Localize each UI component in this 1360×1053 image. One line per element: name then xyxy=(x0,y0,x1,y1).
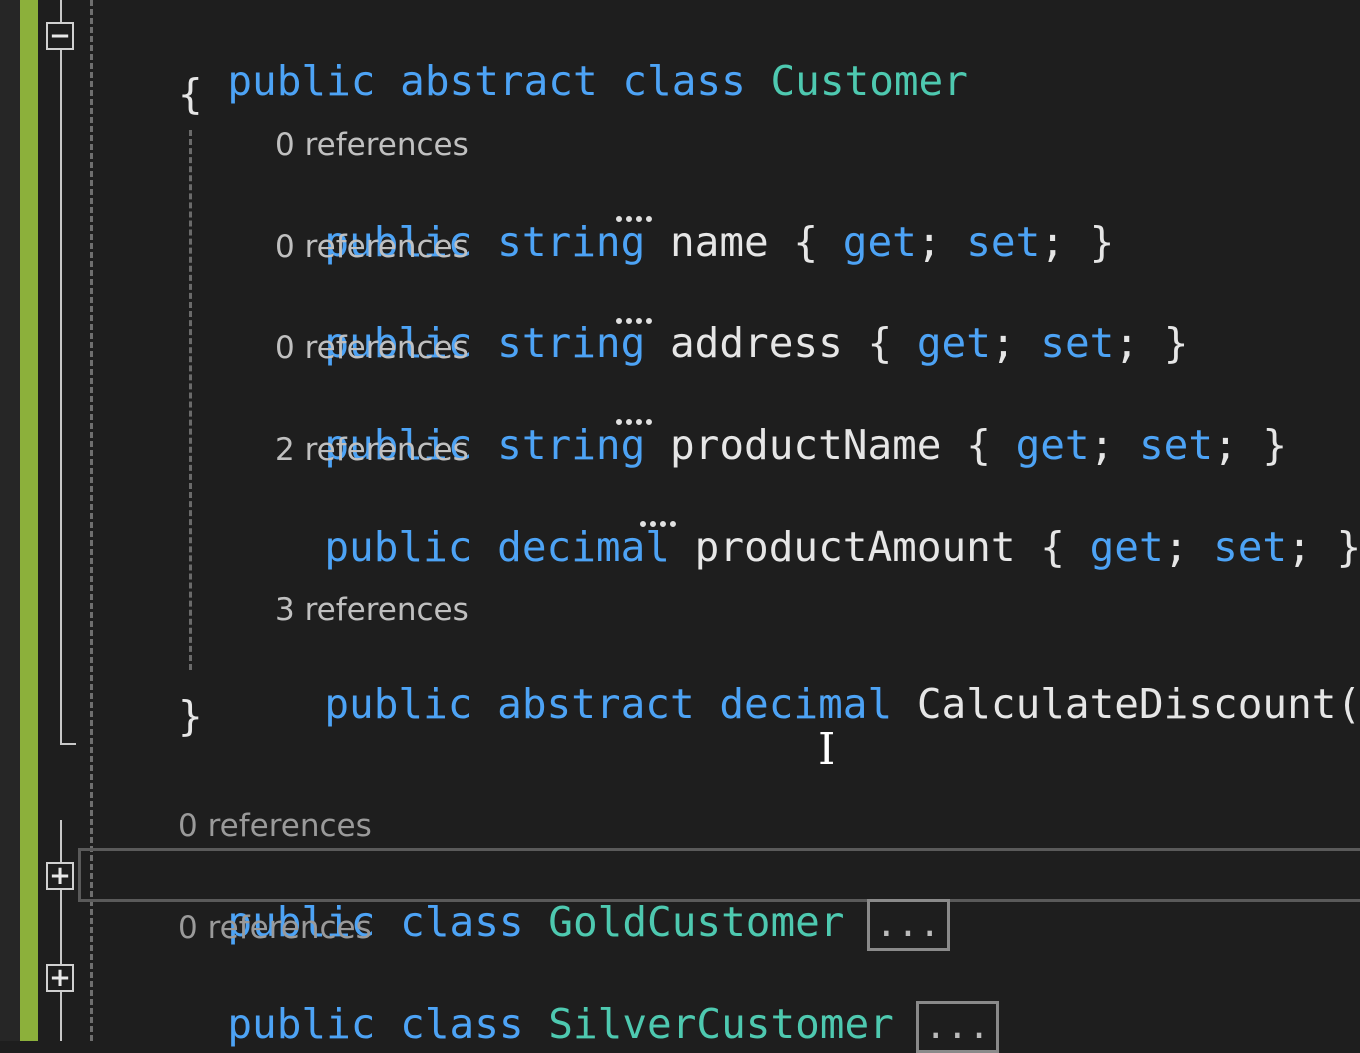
get-keyword: get xyxy=(1015,421,1090,469)
naming-suggestion-dots[interactable] xyxy=(640,515,676,527)
keyword: public xyxy=(324,680,473,728)
property-name: productName xyxy=(669,421,942,469)
keyword: class xyxy=(622,57,746,105)
accessor-open: { xyxy=(867,319,917,367)
property-line[interactable]: public decimal productAmount { get; set;… xyxy=(275,475,1360,571)
accessor-close: ; } xyxy=(1213,421,1288,469)
codelens-references[interactable]: 0 references xyxy=(275,330,469,366)
keyword: public xyxy=(227,57,376,105)
indent-guide xyxy=(189,130,192,670)
close-brace: } xyxy=(178,692,203,740)
keyword: class xyxy=(400,898,524,946)
accessor-open: { xyxy=(1040,523,1090,571)
property-name: name xyxy=(669,218,769,266)
naming-suggestion-dots[interactable] xyxy=(616,210,652,222)
open-brace: { xyxy=(178,70,203,118)
accessor-close: ; } xyxy=(1287,523,1360,571)
accessor-sep: ; xyxy=(1163,523,1214,571)
outline-line xyxy=(60,820,62,1041)
accessor-sep: ; xyxy=(916,218,967,266)
expand-icon[interactable]: + xyxy=(46,964,74,992)
class-name: GoldCustomer xyxy=(548,898,845,946)
collapsed-region-button[interactable]: ... xyxy=(866,899,950,951)
type-keyword: decimal xyxy=(719,680,893,728)
method-line[interactable]: public abstract decimal CalculateDiscoun… xyxy=(275,632,1360,728)
codelens-references[interactable]: 3 references xyxy=(275,592,469,628)
naming-suggestion-dots[interactable] xyxy=(616,413,652,425)
text-cursor-icon: I xyxy=(818,724,836,775)
set-keyword: set xyxy=(1139,421,1214,469)
collapsed-class-line[interactable]: public class SilverCustomer... xyxy=(178,952,999,1053)
set-keyword: set xyxy=(1040,319,1115,367)
editor-margin xyxy=(0,0,20,1041)
accessor-close: ; } xyxy=(1040,218,1115,266)
type-keyword: decimal xyxy=(497,523,670,571)
get-keyword: get xyxy=(1089,523,1164,571)
naming-suggestion-dots[interactable] xyxy=(616,312,652,324)
codelens-references[interactable]: 0 references xyxy=(178,910,372,946)
type-keyword: string xyxy=(497,421,646,469)
property-name: productAmount xyxy=(694,523,1016,571)
keyword: abstract xyxy=(400,57,598,105)
codelens-references[interactable]: 0 references xyxy=(178,808,372,844)
accessor-open: { xyxy=(793,218,843,266)
keyword: abstract xyxy=(497,680,695,728)
accessor-open: { xyxy=(966,421,1016,469)
type-keyword: string xyxy=(497,218,646,266)
expand-icon[interactable]: + xyxy=(46,862,74,890)
collapsed-region-button[interactable]: ... xyxy=(915,1001,999,1053)
codelens-references[interactable]: 0 references xyxy=(275,229,469,265)
get-keyword: get xyxy=(842,218,917,266)
property-name: address xyxy=(669,319,843,367)
class-declaration[interactable]: public abstract class Customer xyxy=(178,9,968,105)
collapse-icon[interactable]: − xyxy=(46,22,74,50)
keyword: public xyxy=(324,523,473,571)
accessor-sep: ; xyxy=(990,319,1041,367)
method-name: CalculateDiscount(); xyxy=(916,680,1360,728)
outline-line xyxy=(60,0,62,745)
accessor-close: ; } xyxy=(1114,319,1189,367)
class-name: Customer xyxy=(770,57,968,105)
accessor-sep: ; xyxy=(1089,421,1139,469)
type-keyword: string xyxy=(497,319,646,367)
set-keyword: set xyxy=(966,218,1041,266)
change-tracking-bar xyxy=(20,0,38,1041)
codelens-references[interactable]: 0 references xyxy=(275,127,469,163)
set-keyword: set xyxy=(1213,523,1288,571)
outline-line-end xyxy=(60,743,76,745)
codelens-references[interactable]: 2 references xyxy=(275,432,469,468)
get-keyword: get xyxy=(916,319,991,367)
